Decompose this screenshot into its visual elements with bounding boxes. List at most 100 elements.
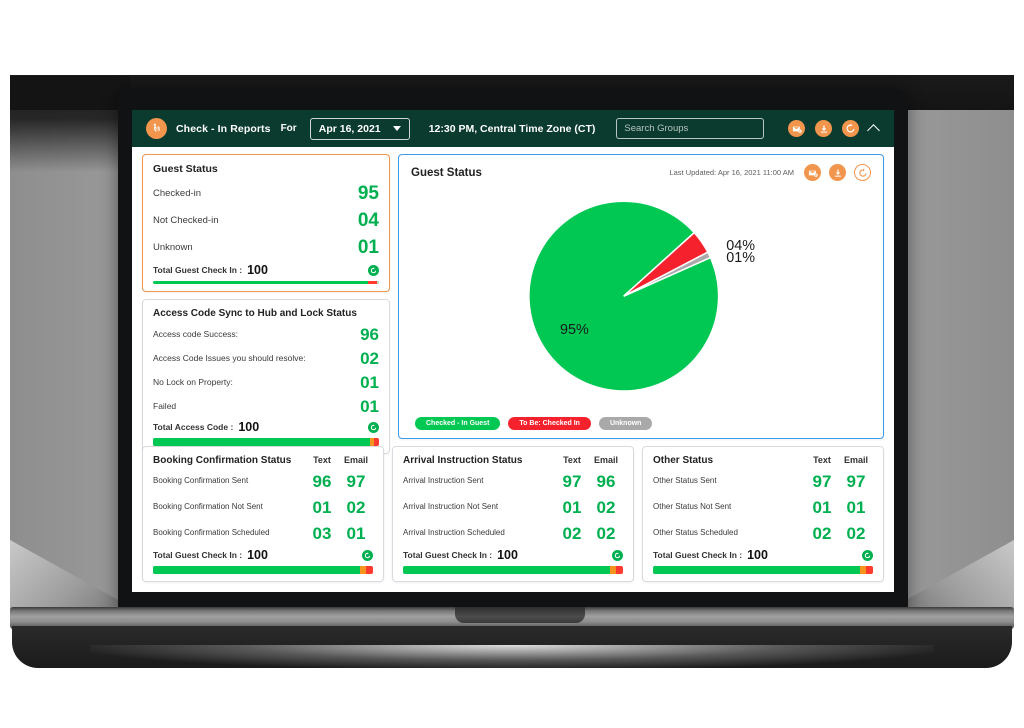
row-email-value: 01 <box>346 523 366 543</box>
card-header: Arrival Instruction Status Text Email <box>403 455 623 466</box>
screenshot-stage: Check - In Reports For Apr 16, 2021 12:3… <box>0 0 1024 728</box>
for-label: For <box>280 123 297 134</box>
row-label: Failed <box>153 401 177 411</box>
email-icon[interactable] <box>788 120 805 137</box>
search-input[interactable] <box>624 123 757 134</box>
row-text-value: 01 <box>812 497 832 517</box>
download-icon[interactable] <box>815 120 832 137</box>
total-value: 100 <box>247 548 268 562</box>
total-line: Total Guest Check In : 100 <box>153 548 373 562</box>
arrival-instruction-status-card: Arrival Instruction Status Text Email Ar… <box>392 446 634 582</box>
background-shadow-left <box>10 76 130 610</box>
row-text-value: 96 <box>312 471 332 491</box>
row-email-value: 02 <box>596 523 616 543</box>
total-line: Total Guest Check In : 100 <box>153 263 379 277</box>
laptop-notch <box>455 607 585 623</box>
row-label: Access code Success: <box>153 329 239 339</box>
table-row: Arrival Instruction Sent 97 96 <box>403 468 623 494</box>
refresh-icon[interactable] <box>862 549 873 561</box>
chevron-up-icon[interactable] <box>867 123 880 137</box>
row-text-value: 97 <box>562 471 582 491</box>
card-title: Other Status <box>653 455 714 466</box>
row-email-value: 97 <box>846 471 866 491</box>
legend-item-checked-in[interactable]: Checked - In Guest <box>415 417 501 430</box>
row-email-value: 97 <box>346 471 366 491</box>
access-code-card: Access Code Sync to Hub and Lock Status … <box>142 299 390 454</box>
table-row: Other Status Sent 97 97 <box>653 468 873 494</box>
row-label: Checked-in <box>153 188 202 199</box>
table-row: Other Status Scheduled 02 02 <box>653 520 873 546</box>
row-text-value: 97 <box>812 471 832 491</box>
refresh-icon[interactable] <box>612 549 623 561</box>
date-picker-value: Apr 16, 2021 <box>318 122 381 135</box>
refresh-icon[interactable] <box>368 421 379 433</box>
total-label: Total Guest Check In : <box>403 550 493 560</box>
progress-bar <box>653 566 873 574</box>
total-label: Total Guest Check In : <box>153 265 243 275</box>
list-item: Failed 01 <box>153 394 379 418</box>
page-title: Check - In Reports <box>176 122 271 135</box>
laptop-base-highlight <box>90 645 934 669</box>
app-logo-icon <box>146 118 167 139</box>
list-item: Access code Success: 96 <box>153 322 379 346</box>
list-item: Checked-in 95 <box>153 180 379 207</box>
total-value: 100 <box>238 420 260 434</box>
row-label: Other Status Not Sent <box>653 502 732 512</box>
date-picker-dropdown[interactable]: Apr 16, 2021 <box>309 117 410 140</box>
access-code-progress-bar <box>153 438 379 446</box>
download-icon[interactable] <box>829 164 846 181</box>
booking-confirmation-status-card: Booking Confirmation Status Text Email B… <box>142 446 384 582</box>
guest-status-rows: Checked-in 95 Not Checked-in 04 Unknown … <box>153 180 379 261</box>
refresh-icon[interactable] <box>368 264 379 276</box>
row-email-value: 02 <box>846 523 866 543</box>
refresh-icon[interactable] <box>362 549 373 561</box>
row-label: Arrival Instruction Not Sent <box>403 502 499 512</box>
row-label: Access Code Issues you should resolve: <box>153 353 306 363</box>
column-header-email: Email <box>843 455 868 465</box>
email-icon[interactable] <box>804 164 821 181</box>
legend-item-to-be-checked-in[interactable]: To Be: Checked In <box>508 417 591 430</box>
pie-slice-label: 95% <box>560 322 589 338</box>
row-label: Booking Confirmation Sent <box>153 476 249 486</box>
list-item: Access Code Issues you should resolve: 0… <box>153 346 379 370</box>
card-header: Booking Confirmation Status Text Email <box>153 455 373 466</box>
table-row: Other Status Not Sent 01 01 <box>653 494 873 520</box>
chart-title: Guest Status <box>411 166 482 179</box>
refresh-icon[interactable] <box>842 120 859 137</box>
total-label: Total Guest Check In : <box>653 550 743 560</box>
row-label: Unknown <box>153 242 193 253</box>
pie-chart-area: 95% 04% 01% <box>411 181 871 417</box>
row-value: 02 <box>360 348 379 368</box>
card-rows: Arrival Instruction Sent 97 96 Arrival I… <box>403 466 623 546</box>
column-header-email: Email <box>343 455 368 465</box>
access-code-card-title: Access Code Sync to Hub and Lock Status <box>153 308 357 319</box>
header-actions <box>788 120 880 137</box>
guest-status-summary-card: Guest Status Checked-in 95 Not Checked-i… <box>142 154 390 292</box>
row-label: Not Checked-in <box>153 215 219 226</box>
chart-legend: Checked - In Guest To Be: Checked In Unk… <box>411 417 871 430</box>
total-label: Total Guest Check In : <box>153 550 243 560</box>
card-header: Other Status Text Email <box>653 455 873 466</box>
row-label: Other Status Sent <box>653 476 717 486</box>
progress-bar <box>403 566 623 574</box>
timezone-label: 12:30 PM, Central Time Zone (CT) <box>428 122 596 135</box>
total-line: Total Guest Check In : 100 <box>403 548 623 562</box>
card-title: Arrival Instruction Status <box>403 455 523 466</box>
row-email-value: 02 <box>346 497 366 517</box>
search-groups-box[interactable] <box>616 118 765 139</box>
right-column: Guest Status Last Updated: Apr 16, 2021 … <box>398 154 884 439</box>
row-label: Arrival Instruction Scheduled <box>403 528 505 538</box>
total-value: 100 <box>247 263 268 277</box>
dashboard-body: Guest Status Checked-in 95 Not Checked-i… <box>132 147 894 592</box>
list-item: No Lock on Property: 01 <box>153 370 379 394</box>
progress-bar <box>153 566 373 574</box>
card-title: Booking Confirmation Status <box>153 455 292 466</box>
table-row: Booking Confirmation Sent 96 97 <box>153 468 373 494</box>
row-label: Other Status Scheduled <box>653 528 738 538</box>
table-row: Arrival Instruction Scheduled 02 02 <box>403 520 623 546</box>
card-rows: Other Status Sent 97 97 Other Status Not… <box>653 466 873 546</box>
chevron-down-icon <box>392 126 401 131</box>
legend-item-unknown[interactable]: Unknown <box>598 417 653 430</box>
table-row: Arrival Instruction Not Sent 01 02 <box>403 494 623 520</box>
refresh-icon[interactable] <box>854 164 871 181</box>
